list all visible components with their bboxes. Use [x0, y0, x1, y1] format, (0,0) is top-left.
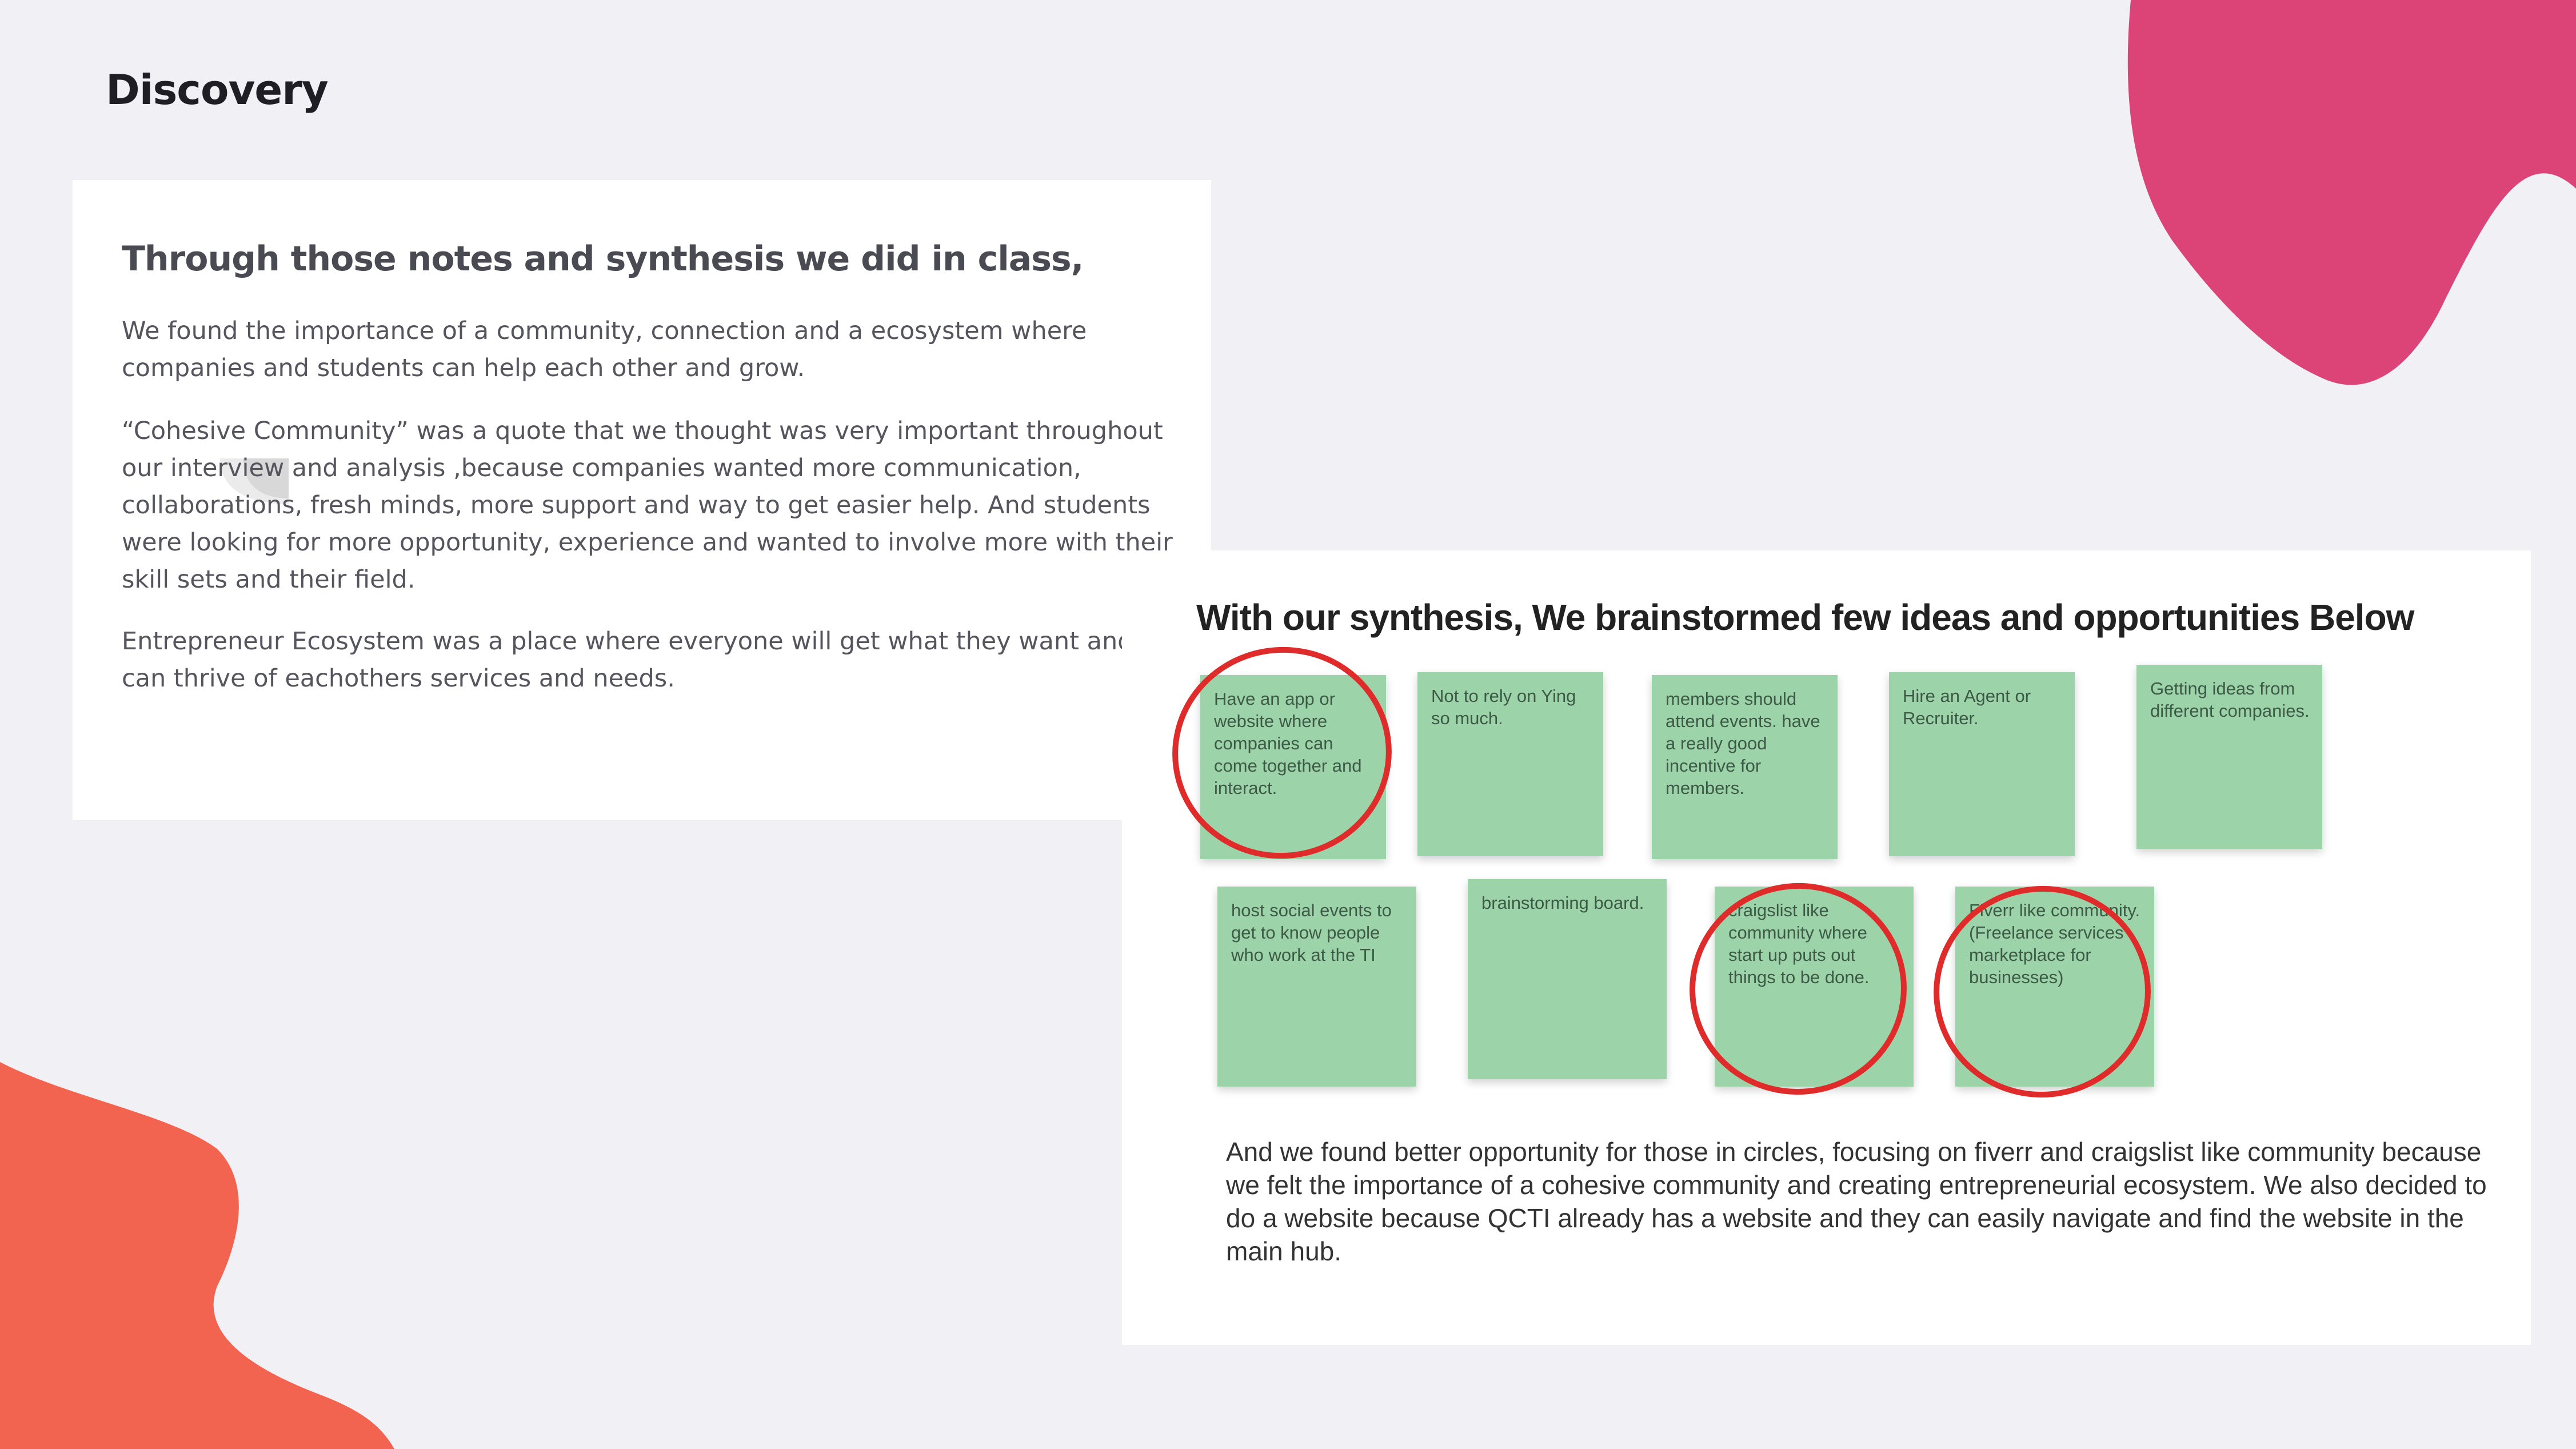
brainstorm-card: With our synthesis, We brainstormed few … [1122, 550, 2531, 1345]
red-circle-marker [1690, 883, 1907, 1095]
notes-card: Through those notes and synthesis we did… [73, 180, 1211, 820]
page-title: Discovery [106, 66, 329, 114]
brainstorm-conclusion: And we found better opportunity for thos… [1226, 1137, 2487, 1266]
orange-blob-decoration [0, 1062, 394, 1449]
notes-paragraph: We found the importance of a community, … [122, 317, 1087, 382]
pink-blob-decoration [2127, 0, 2576, 385]
red-circle-marker [1172, 646, 1392, 859]
red-circle-marker [1934, 885, 2151, 1098]
slide: Discovery Through those notes and synthe… [0, 0, 2576, 1449]
notes-paragraph: Entrepreneur Ecosystem was a place where… [122, 627, 1196, 693]
notes-heading: Through those notes and synthesis we did… [122, 239, 1084, 279]
notes-paragraph: “Cohesive Community” was a quote that we… [122, 417, 1173, 594]
